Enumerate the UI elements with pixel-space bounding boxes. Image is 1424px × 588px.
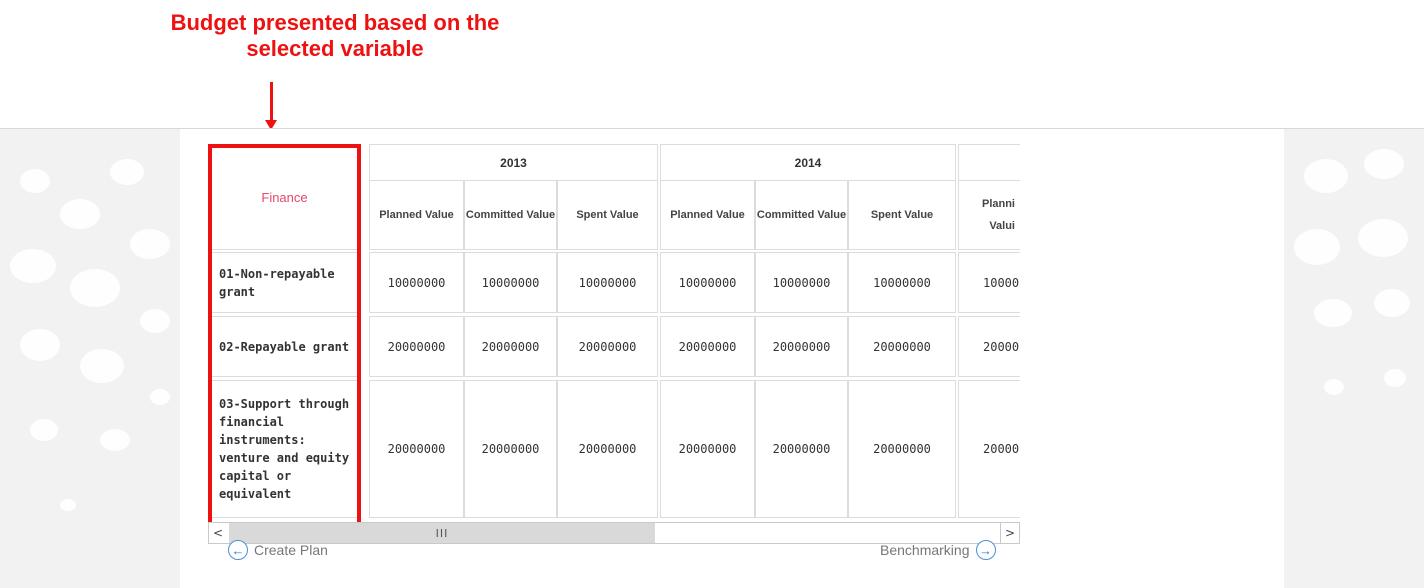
decorative-pattern-left xyxy=(0,129,180,588)
committed-value-header: Committed Value xyxy=(755,180,848,250)
table-cell-partial: 20000( xyxy=(958,380,1020,518)
arrow-right-icon: → xyxy=(975,540,996,560)
table-cell: 10000000 xyxy=(464,252,557,313)
year-header: 2014 xyxy=(660,144,956,180)
table-cell: 10000000 xyxy=(848,252,956,313)
table-cell: 20000000 xyxy=(660,316,755,377)
variable-header[interactable]: Finance xyxy=(208,144,361,250)
table-cell: 20000000 xyxy=(464,316,557,377)
table-cell-partial: 10000( xyxy=(958,252,1020,313)
table-cell: 20000000 xyxy=(660,380,755,518)
planned-value-header: Planned Value xyxy=(369,180,464,250)
table-cell: 20000000 xyxy=(848,316,956,377)
row-label: 02-Repayable grant xyxy=(208,316,361,377)
row-label: 03-Support through financial instruments… xyxy=(208,380,361,518)
benchmarking-link[interactable]: Benchmarking → xyxy=(880,540,996,560)
table-cell: 10000000 xyxy=(660,252,755,313)
table-cell: 20000000 xyxy=(369,316,464,377)
row-label: 01-Non-repayable grant xyxy=(208,252,361,313)
table-cell: 10000000 xyxy=(557,252,658,313)
annotation-arrow xyxy=(270,82,273,122)
annotation-line-2: selected variable xyxy=(246,36,424,61)
table-cell: 20000000 xyxy=(557,316,658,377)
spent-value-header: Spent Value xyxy=(848,180,956,250)
planned-value-header: Planned Value xyxy=(660,180,755,250)
table-cell: 20000000 xyxy=(464,380,557,518)
annotation-text: Budget presented based on the selected v… xyxy=(140,10,530,62)
table-cell: 10000000 xyxy=(369,252,464,313)
table-cell: 10000000 xyxy=(755,252,848,313)
table-cell: 20000000 xyxy=(369,380,464,518)
year-header: 2013 xyxy=(369,144,658,180)
table-cell: 20000000 xyxy=(848,380,956,518)
table-cell: 20000000 xyxy=(755,316,848,377)
committed-value-header: Committed Value xyxy=(464,180,557,250)
year-header xyxy=(958,144,1020,180)
table-cell: 20000000 xyxy=(557,380,658,518)
spent-value-header: Spent Value xyxy=(557,180,658,250)
create-plan-link[interactable]: ← Create Plan xyxy=(228,540,328,560)
scroll-left-button[interactable]: < xyxy=(209,523,227,543)
table-cell: 20000000 xyxy=(755,380,848,518)
benchmarking-label: Benchmarking xyxy=(880,542,970,558)
annotation-line-1: Budget presented based on the xyxy=(170,10,500,35)
budget-table: Finance 2013 2014 Planned Value Committe… xyxy=(208,144,1020,522)
create-plan-label: Create Plan xyxy=(254,542,328,558)
arrow-left-icon: ← xyxy=(228,540,248,560)
table-cell-partial: 20000( xyxy=(958,316,1020,377)
scroll-right-button[interactable]: > xyxy=(1000,523,1019,543)
planned-value-header-partial: Planni Valui xyxy=(958,180,1020,250)
decorative-pattern-right xyxy=(1284,129,1424,588)
